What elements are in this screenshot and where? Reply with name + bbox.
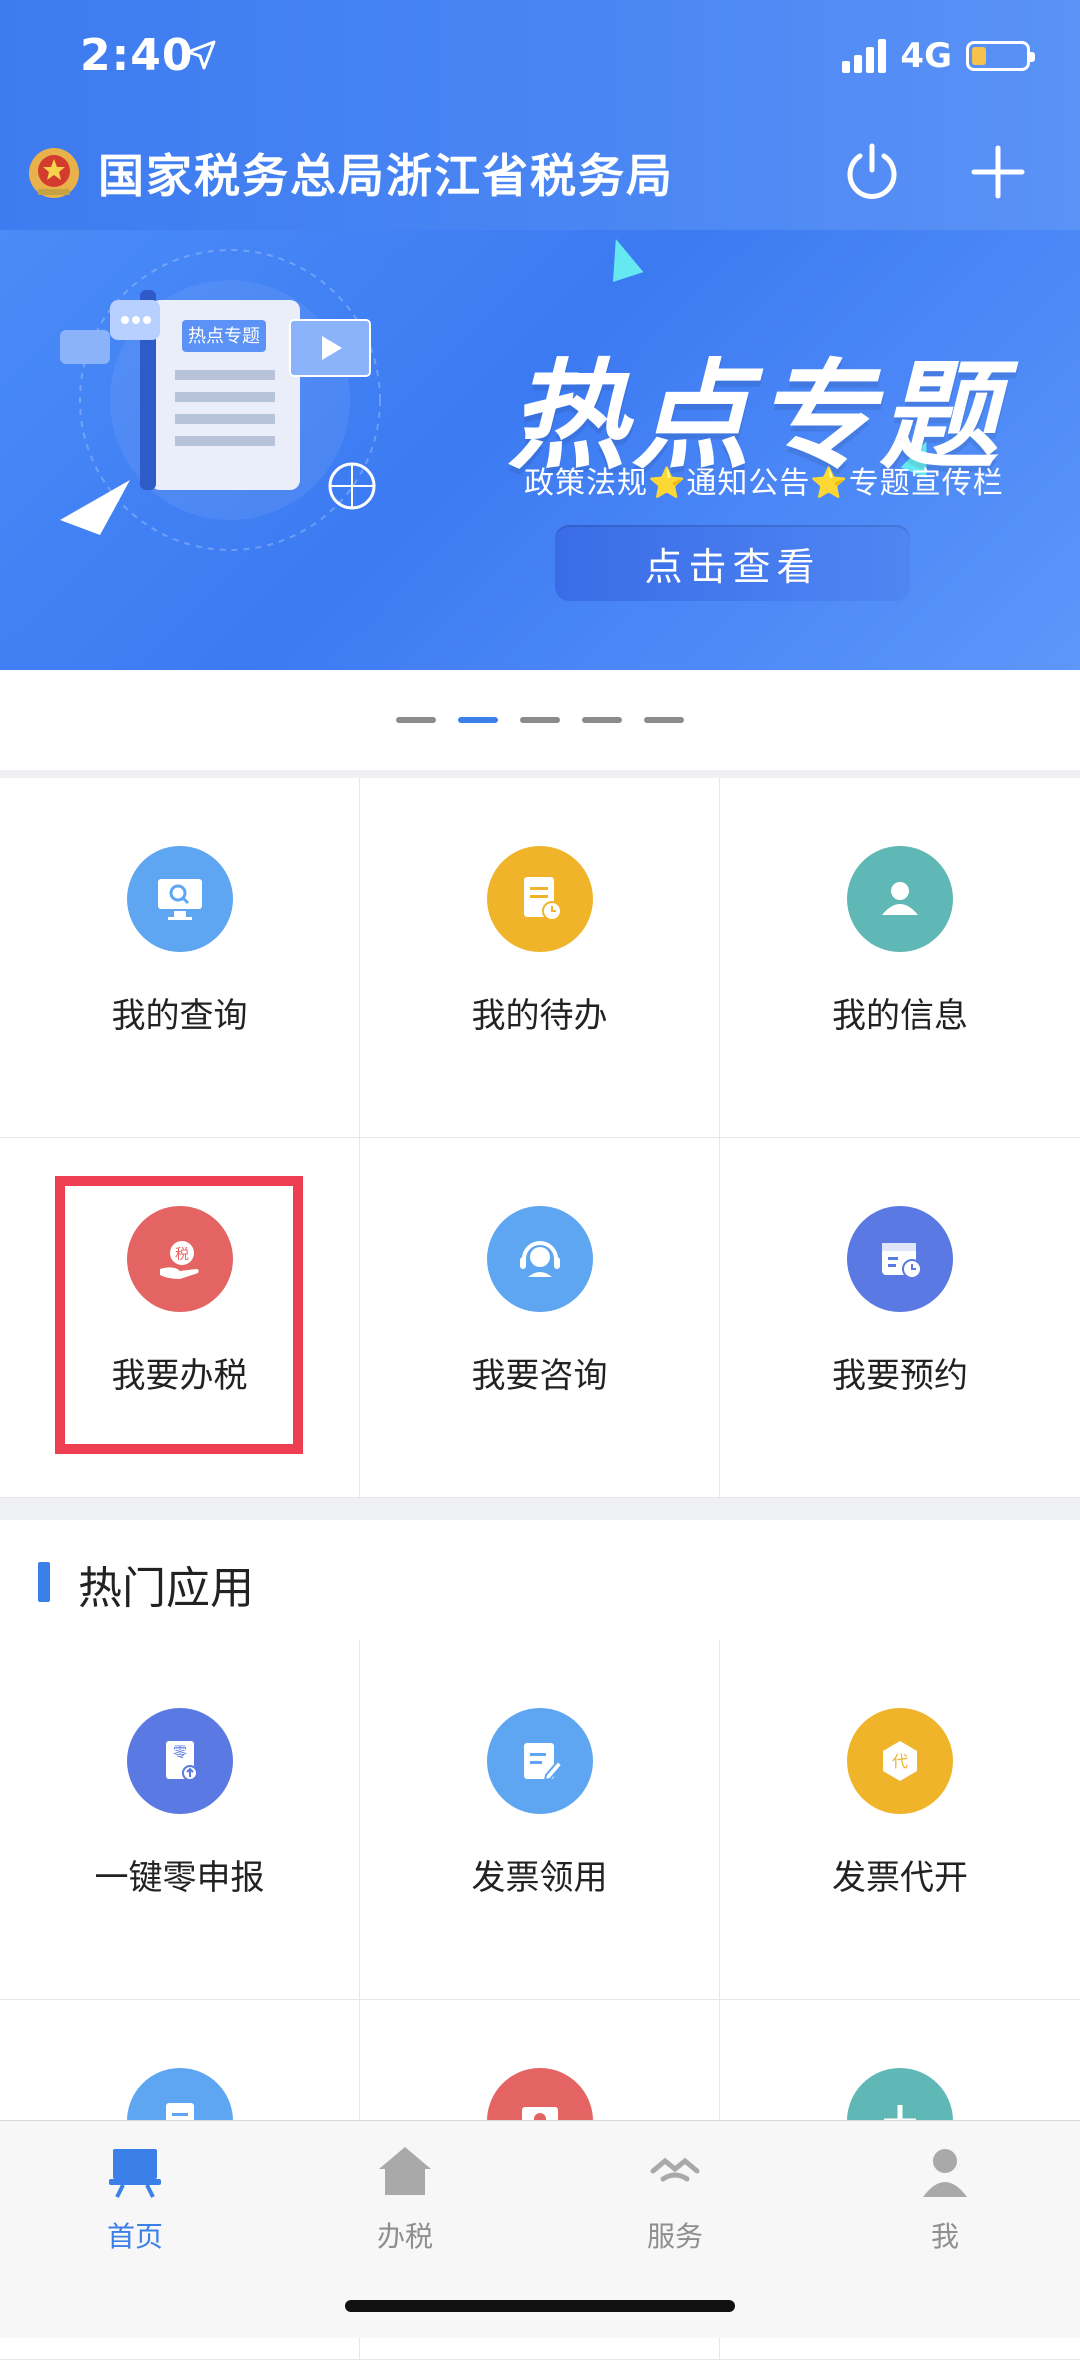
carousel-dot[interactable] [644, 717, 684, 723]
tab-label: 首页 [106, 2220, 163, 2253]
carousel-dot[interactable] [582, 717, 622, 723]
app-title: 国家税务总局浙江省税务局 [98, 149, 674, 203]
zero-declare-icon: 零 [126, 1708, 233, 1814]
house-icon [379, 2147, 431, 2195]
banner-subtitle: 政策法规⭐通知公告⭐专题宣传栏 [524, 466, 1004, 501]
tab-home[interactable]: 首页 [35, 2141, 235, 2255]
location-arrow-icon [186, 40, 216, 70]
status-time: 2:40 [80, 30, 194, 81]
grid-item-my-query[interactable]: 我的查询 [0, 778, 360, 1138]
tab-me[interactable]: 我 [845, 2141, 1045, 2255]
grid-item-label: 我的待办 [471, 996, 608, 1036]
highlight-box [55, 1176, 303, 1454]
banner-view-button[interactable]: 点击查看 [555, 525, 910, 601]
battery-icon [966, 41, 1035, 71]
user-profile-icon [847, 846, 953, 952]
grid-item-my-todo[interactable]: 我的待办 [360, 778, 720, 1138]
home-indicator[interactable] [345, 2300, 735, 2312]
grid-item-label: 我的信息 [832, 996, 968, 1036]
section-title: 热门应用 [78, 1563, 254, 1614]
hot-apps-header: 热门应用 [0, 1520, 1080, 1641]
app-invoice-agent[interactable]: 代 发票代开 [720, 1640, 1080, 2000]
service-handshake-icon [650, 2157, 700, 2182]
carousel-dot-active[interactable] [458, 717, 498, 723]
calendar-clock-icon [847, 1206, 953, 1312]
grid-item-my-info[interactable]: 我的信息 [720, 778, 1080, 1138]
power-icon[interactable] [840, 140, 904, 204]
tax-emblem-icon [29, 148, 79, 198]
grid-item-label: 我要预约 [832, 1356, 968, 1396]
invoice-edit-icon [486, 1708, 593, 1814]
zero-glyph: 零 [173, 1745, 187, 1761]
app-label: 发票领用 [471, 1858, 608, 1898]
app-invoice-claim[interactable]: 发票领用 [360, 1640, 720, 2000]
grid-item-label: 我要咨询 [471, 1356, 608, 1396]
decor-triangle [600, 234, 644, 282]
grid-item-label: 我的查询 [111, 996, 248, 1036]
grid-item-consult[interactable]: 我要咨询 [360, 1138, 720, 1498]
tab-service[interactable]: 服务 [575, 2141, 775, 2255]
todo-document-icon [486, 846, 593, 952]
tab-tax[interactable]: 办税 [305, 2141, 505, 2255]
tab-label: 服务 [646, 2220, 703, 2253]
status-indicators: 4G [842, 36, 1035, 76]
carousel-indicator [0, 670, 1080, 770]
tab-label: 我 [930, 2220, 959, 2253]
invoice-agent-icon: 代 [847, 1708, 953, 1814]
banner-illustration: 热点专题 [60, 249, 381, 551]
agent-glyph: 代 [892, 1752, 908, 1771]
carousel-dot[interactable] [520, 717, 560, 723]
add-icon[interactable] [966, 140, 1030, 204]
doc-tag-text: 热点专题 [188, 326, 260, 347]
app-header: 2:40 4G 国家税务总局浙江省税务局 [0, 0, 1080, 230]
tab-label: 办税 [376, 2220, 433, 2253]
carousel-dot[interactable] [396, 717, 436, 723]
hot-topic-banner[interactable]: 热点专题 热点专题 政策法规⭐通知公告⭐专题宣传栏 点击查看 [0, 230, 1080, 670]
app-label: 发票代开 [832, 1858, 968, 1898]
grid-item-appointment[interactable]: 我要预约 [720, 1138, 1080, 1498]
app-title-row: 国家税务总局浙江省税务局 [26, 140, 674, 206]
network-type: 4G [900, 36, 952, 76]
app-zero-declare[interactable]: 零 一键零申报 [0, 1640, 360, 2000]
profile-icon [923, 2149, 967, 2197]
home-board-icon [109, 2149, 161, 2198]
headset-support-icon [486, 1206, 593, 1312]
signal-icon [842, 39, 887, 73]
section-accent-bar [38, 1562, 50, 1602]
monitor-search-icon [126, 846, 233, 952]
app-label: 一键零申报 [94, 1858, 265, 1898]
